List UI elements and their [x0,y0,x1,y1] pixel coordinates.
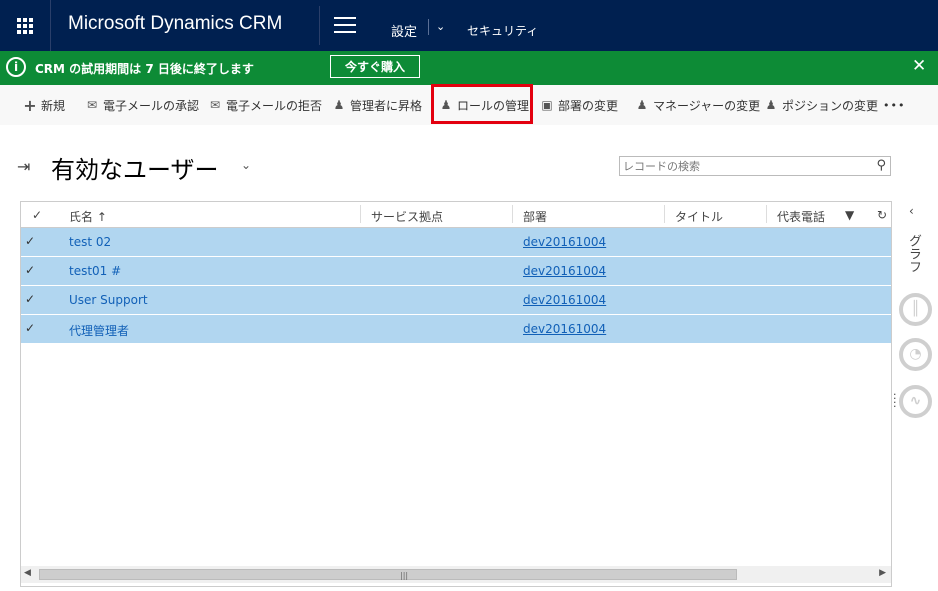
buy-now-button[interactable]: 今すぐ購入 [330,55,420,78]
filter-icon[interactable]: ▼ [845,208,854,222]
horizontal-scrollbar[interactable]: ◀ ||| ▶ [21,566,891,583]
table-row[interactable]: ✓ User Support dev20161004 [21,286,891,315]
reject-email-button[interactable]: ✉ 電子メールの拒否 [207,96,322,114]
record-search-box: ⚲ [619,156,891,176]
trial-message: CRM の試用期間は 7 日後に終了します [35,62,254,76]
chevron-down-icon[interactable]: ⌄ [436,20,445,33]
change-manager-label: マネージャーの変更 [653,98,761,113]
row-checkbox[interactable]: ✓ [25,292,35,306]
user-name-link[interactable]: test01 # [69,264,121,278]
more-commands-button[interactable]: ••• [883,96,905,114]
chart-panel-label[interactable]: グラフ [904,234,923,273]
pie-chart-icon[interactable]: ◔ [899,338,932,371]
nav-settings[interactable]: 設定 [391,21,417,40]
dept-link[interactable]: dev20161004 [523,264,606,278]
search-icon[interactable]: ⚲ [876,158,886,173]
scrollbar-thumb[interactable]: ||| [39,569,737,580]
column-divider [360,205,361,223]
column-header-title[interactable]: タイトル [675,208,723,225]
new-button[interactable]: + 新規 [22,95,66,115]
grip-icon: ||| [400,571,409,580]
change-position-label: ポジションの変更 [782,98,879,113]
reject-email-label: 電子メールの拒否 [226,98,323,113]
user-name-link[interactable]: 代理管理者 [69,322,129,339]
row-checkbox[interactable]: ✓ [25,234,35,248]
hamburger-menu-icon[interactable] [334,17,356,33]
search-input[interactable] [623,159,863,173]
nav-security[interactable]: セキュリティ [467,22,538,39]
column-divider [512,205,513,223]
row-checkbox[interactable]: ✓ [25,263,35,277]
column-header-dept[interactable]: 部署 [523,208,547,225]
select-all-checkbox[interactable]: ✓ [32,208,42,222]
nav-divider-small [428,19,429,35]
table-row[interactable]: ✓ test 02 dev20161004 [21,228,891,257]
user-name-link[interactable]: test 02 [69,235,111,249]
approve-email-button[interactable]: ✉ 電子メールの承認 [84,96,199,114]
promote-admin-label: 管理者に昇格 [350,98,423,113]
change-dept-button[interactable]: ▣ 部署の変更 [539,96,618,114]
plus-icon: + [23,95,37,115]
change-dept-label: 部署の変更 [558,98,619,113]
scroll-right-icon[interactable]: ▶ [879,568,886,578]
trial-notification-bar: i CRM の試用期間は 7 日後に終了します [0,51,938,85]
line-chart-icon[interactable]: ∿ [899,385,932,418]
column-header-phone[interactable]: 代表電話 [777,208,825,225]
position-icon: ♟ [765,98,777,112]
email-approve-icon: ✉ [86,98,98,112]
dept-link[interactable]: dev20161004 [523,293,606,307]
manage-roles-highlight [431,84,533,124]
promote-admin-button[interactable]: ♟ 管理者に昇格 [331,96,422,114]
expand-chevron-left-icon[interactable]: ‹ [909,204,914,218]
manager-icon: ♟ [636,98,648,112]
department-icon: ▣ [541,98,553,112]
view-chevron-down-icon[interactable]: ⌄ [241,158,251,172]
chart-side-panel: ‹ グラフ ║ ◔ ∿ · · · · [893,198,938,591]
scroll-left-icon[interactable]: ◀ [24,568,31,578]
app-title[interactable]: Microsoft Dynamics CRM [68,13,282,35]
grid-header: ✓ 氏名 ↑ サービス拠点 部署 タイトル 代表電話 ▼ ↻ [21,202,891,228]
close-icon[interactable]: ✕ [912,56,926,76]
resize-handle-icon[interactable]: · · · · [893,389,897,412]
change-manager-button[interactable]: ♟ マネージャーの変更 [634,96,761,114]
change-position-button[interactable]: ♟ ポジションの変更 [763,96,878,114]
new-label: 新規 [41,98,66,113]
column-header-service-site[interactable]: サービス拠点 [371,208,443,225]
table-row[interactable]: ✓ 代理管理者 dev20161004 [21,315,891,344]
user-name-link[interactable]: User Support [69,293,148,307]
pin-icon[interactable]: ⇥ [17,157,30,176]
view-title[interactable]: 有効なユーザー [51,150,219,185]
bar-chart-icon[interactable]: ║ [899,293,932,326]
dept-link[interactable]: dev20161004 [523,322,606,336]
app-launcher-button[interactable] [0,0,51,51]
nav-divider [319,6,320,45]
refresh-icon[interactable]: ↻ [877,208,887,222]
top-nav-bar: Microsoft Dynamics CRM 設定 ⌄ セキュリティ [0,0,938,51]
column-divider [766,205,767,223]
info-icon: i [6,57,26,77]
row-checkbox[interactable]: ✓ [25,321,35,335]
dept-link[interactable]: dev20161004 [523,235,606,249]
column-header-name[interactable]: 氏名 ↑ [69,208,107,225]
column-divider [664,205,665,223]
approve-email-label: 電子メールの承認 [103,98,200,113]
table-row[interactable]: ✓ test01 # dev20161004 [21,257,891,286]
email-reject-icon: ✉ [209,98,221,112]
user-promote-icon: ♟ [333,98,345,112]
waffle-icon [17,17,33,34]
users-grid: ✓ 氏名 ↑ サービス拠点 部署 タイトル 代表電話 ▼ ↻ ✓ test 02… [20,201,892,587]
